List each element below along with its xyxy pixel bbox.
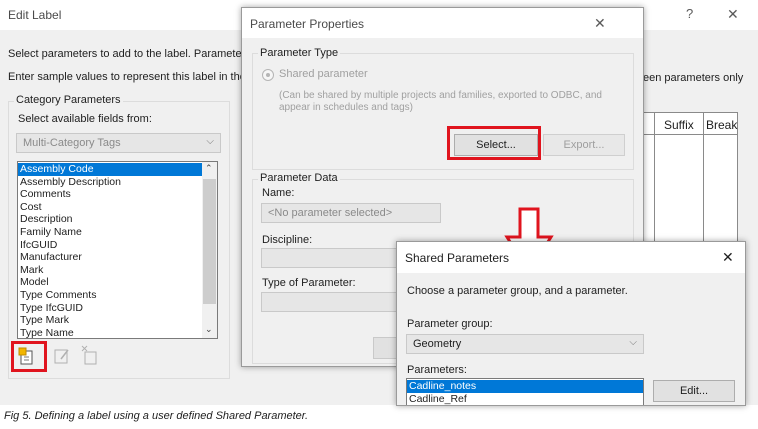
list-item[interactable]: Description (18, 213, 203, 226)
shared-parameters-list[interactable]: Cadline_notes Cadline_Ref (406, 378, 644, 405)
list-item[interactable]: Type Comments (18, 289, 203, 302)
list-item[interactable]: Comments (18, 188, 203, 201)
discipline-label: Discipline: (262, 234, 313, 246)
scroll-up-icon[interactable]: ⌃ (205, 163, 213, 174)
chevron-down-icon: ⌵ (206, 136, 214, 147)
list-item[interactable]: Type IfcGUID (18, 302, 203, 315)
select-button-highlight (447, 126, 541, 160)
list-item[interactable]: Cadline_Ref (407, 393, 643, 405)
parameter-group-dropdown[interactable]: Geometry ⌵ (406, 334, 644, 354)
list-item[interactable]: Model (18, 276, 203, 289)
instruction-text-2: Enter sample values to represent this la… (8, 71, 259, 83)
suffix-header: Suffix (664, 118, 694, 132)
list-item[interactable]: Family Name (18, 226, 203, 239)
parameter-properties-close-button[interactable]: ✕ (594, 15, 606, 32)
select-fields-label: Select available fields from: (18, 113, 152, 125)
shared-parameters-close-button[interactable]: ✕ (722, 249, 734, 266)
shared-parameters-dialog: Shared Parameters ✕ Choose a parameter g… (396, 241, 746, 406)
params-only-text: een parameters only (643, 72, 744, 84)
parameter-group-label: Parameter group: (407, 318, 493, 330)
chevron-down-icon: ⌵ (629, 337, 637, 348)
new-parameter-highlight (11, 341, 47, 372)
scrollbar-thumb[interactable] (203, 179, 216, 304)
edit-button[interactable]: Edit... (653, 380, 735, 402)
category-dropdown[interactable]: Multi-Category Tags ⌵ (16, 133, 221, 153)
instruction-text-1: Select parameters to add to the label. P… (8, 48, 251, 60)
name-label: Name: (262, 187, 295, 199)
edit-parameter-icon (54, 349, 69, 364)
list-item[interactable]: IfcGUID (18, 239, 203, 252)
parameter-type-label: Parameter Type (258, 47, 341, 59)
parameters-label: Parameters: (407, 364, 467, 376)
shared-parameters-titlebar: Shared Parameters ✕ (397, 242, 745, 273)
parameter-data-label: Parameter Data (258, 172, 340, 184)
shared-parameters-title: Shared Parameters (405, 251, 510, 265)
discipline-dropdown[interactable] (261, 248, 401, 268)
category-value: Multi-Category Tags (23, 137, 121, 149)
parameter-properties-title: Parameter Properties (250, 17, 365, 31)
edit-label-close-button[interactable]: ✕ (727, 6, 739, 23)
name-placeholder: <No parameter selected> (268, 207, 393, 219)
edit-label-title: Edit Label (8, 8, 62, 22)
help-button[interactable]: ? (686, 6, 693, 21)
shared-parameter-description: (Can be shared by multiple projects and … (279, 90, 602, 113)
list-item[interactable]: Cadline_notes (407, 380, 643, 393)
available-fields-list[interactable]: Assembly Code Assembly Description Comment… (17, 161, 218, 339)
figure-caption: Fig 5. Defining a label using a user def… (4, 410, 309, 422)
list-item[interactable]: Type Mark (18, 314, 203, 327)
list-item[interactable]: Manufacturer (18, 251, 203, 264)
edit-parameter-button[interactable] (52, 346, 72, 366)
list-item[interactable]: Assembly Code (18, 163, 203, 176)
scrollbar[interactable]: ⌃ ⌄ (202, 162, 217, 338)
shared-parameter-radio[interactable] (262, 69, 274, 81)
name-field[interactable]: <No parameter selected> (261, 203, 441, 223)
shared-parameters-instruction: Choose a parameter group, and a paramete… (407, 285, 628, 297)
list-item[interactable]: Mark (18, 264, 203, 277)
parameter-group-value: Geometry (413, 338, 462, 350)
shared-parameter-label: Shared parameter (279, 68, 368, 80)
delete-parameter-button[interactable] (80, 344, 100, 366)
category-parameters-label: Category Parameters (14, 94, 123, 106)
scroll-down-icon[interactable]: ⌄ (205, 324, 213, 335)
break-header: Break (706, 118, 738, 132)
list-item[interactable]: Assembly Description (18, 176, 203, 189)
list-item[interactable]: Cost (18, 201, 203, 214)
type-of-parameter-dropdown[interactable] (261, 292, 401, 312)
parameter-properties-titlebar: Parameter Properties ✕ (242, 8, 643, 38)
list-item[interactable]: Type Name (18, 327, 203, 338)
type-of-parameter-label: Type of Parameter: (262, 277, 356, 289)
export-button[interactable]: Export... (543, 134, 625, 156)
delete-parameter-icon (81, 345, 97, 365)
